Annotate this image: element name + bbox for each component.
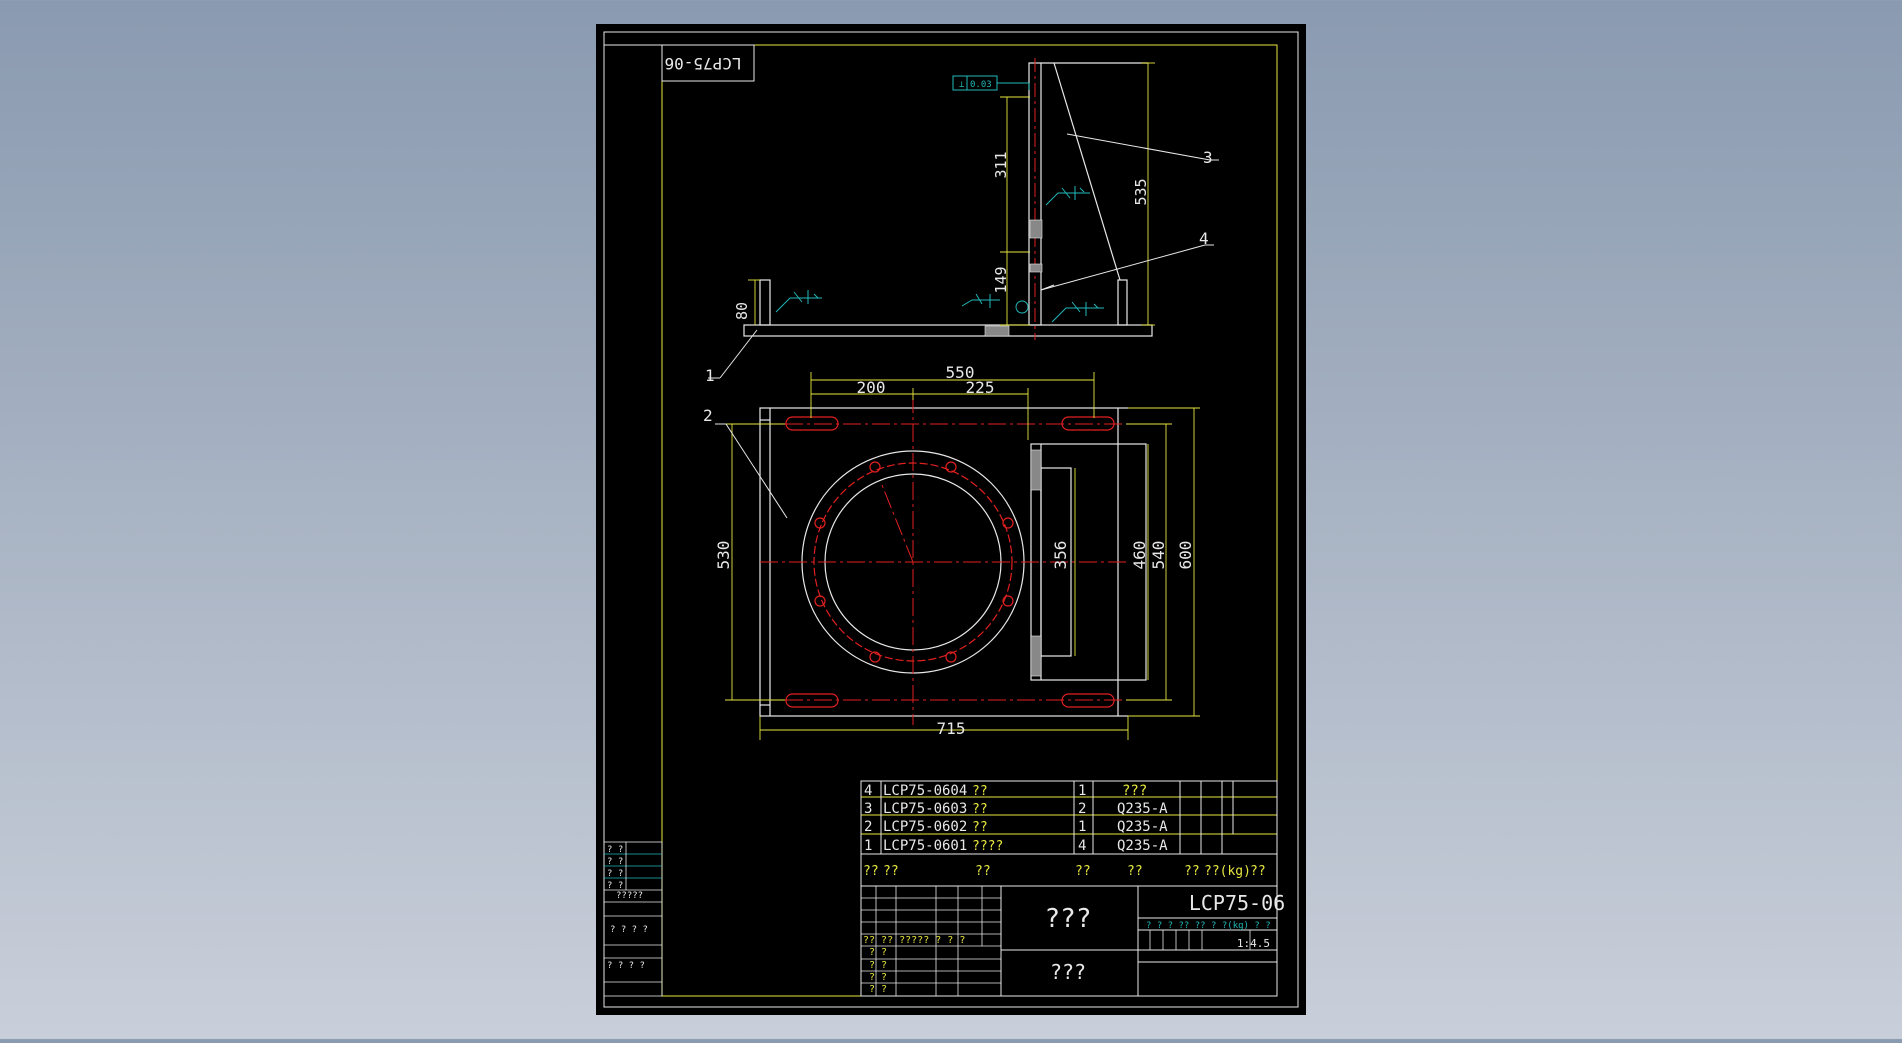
bom-header-wt2: ??(kg)	[1204, 864, 1251, 879]
bom-code-overlay: ??	[972, 784, 988, 799]
scale-value: 1:4.5	[1237, 937, 1270, 950]
bom-row-qty: 1	[1078, 783, 1086, 799]
side-cell: ? ?	[607, 869, 623, 879]
leader-2: 2	[703, 406, 713, 425]
dim-535: 535	[1132, 178, 1150, 205]
leader-3: 3	[1203, 148, 1213, 167]
bom-row-no: 2	[864, 819, 872, 835]
side-cell: ? ?	[607, 845, 623, 855]
bom-row-no: 3	[864, 801, 872, 817]
sign-row: ? ?	[869, 947, 887, 958]
leader-1: 1	[705, 366, 715, 385]
side-cell: ? ? ? ?	[607, 961, 645, 971]
side-cell: ?????	[616, 891, 643, 901]
bom-row-mat: Q235-A	[1117, 838, 1168, 854]
bom-code-overlay: ????	[972, 839, 1003, 854]
bom-row-no: 1	[864, 838, 872, 854]
bom-header-wt: ??	[1184, 864, 1200, 879]
flatness-value: 0.03	[970, 80, 992, 90]
bom-row-code: LCP75-0604	[883, 783, 967, 799]
bom-row-mat: ???	[1122, 783, 1147, 799]
drawing-canvas: LCP75-06 311 535 149 80 ⊥ 0.03 3 4 1 550…	[596, 24, 1306, 1015]
dim-200: 200	[857, 378, 886, 397]
sign-row: ? ?	[869, 960, 887, 971]
bom-row-mat: Q235-A	[1117, 819, 1168, 835]
dim-80: 80	[733, 302, 751, 320]
bom-row-no: 4	[864, 783, 872, 799]
bom-row-qty: 4	[1078, 838, 1086, 854]
bom-row-code: LCP75-0602	[883, 819, 967, 835]
leader-4: 4	[1199, 229, 1209, 248]
dim-600: 600	[1176, 541, 1195, 570]
sign-row: ? ?	[869, 972, 887, 983]
title-dots: ? ? ? ?? ?? ? ?(kg) ? ?	[1146, 921, 1271, 931]
bom-header-code: ??	[883, 864, 899, 879]
bom-code-overlay: ??	[972, 820, 988, 835]
sign-row: ?? ?? ????? ? ? ?	[863, 935, 965, 946]
cad-viewport[interactable]: LCP75-06 311 535 149 80 ⊥ 0.03 3 4 1 550…	[0, 0, 1902, 1039]
bom-header-no: ??	[863, 864, 879, 879]
side-cell: ? ? ? ?	[610, 925, 648, 935]
dim-356: 356	[1051, 541, 1070, 570]
side-cell: ? ?	[607, 857, 623, 867]
dim-149: 149	[992, 266, 1010, 293]
part-name: ???	[1045, 904, 1092, 934]
sign-row: ? ?	[869, 984, 887, 995]
bom-row-code: LCP75-0603	[883, 801, 967, 817]
dim-311: 311	[992, 151, 1010, 178]
bom-header-note: ??	[1250, 864, 1266, 879]
bom-code-overlay: ??	[972, 802, 988, 817]
bom-header-name: ??	[975, 864, 991, 879]
dim-540: 540	[1149, 541, 1168, 570]
company-name: ???	[1050, 960, 1086, 984]
bom-row-qty: 1	[1078, 819, 1086, 835]
dim-715: 715	[937, 719, 966, 738]
side-cell: ? ?	[607, 881, 623, 891]
dim-225: 225	[966, 378, 995, 397]
dim-460: 460	[1130, 541, 1149, 570]
rotated-title: LCP75-06	[664, 54, 741, 73]
drawing-number: LCP75-06	[1189, 891, 1285, 915]
flatness-symbol: ⊥	[959, 80, 965, 90]
dim-530: 530	[714, 541, 733, 570]
bom-header-qty: ??	[1075, 864, 1091, 879]
bom-row-qty: 2	[1078, 801, 1086, 817]
bom-row-code: LCP75-0601	[883, 838, 967, 854]
bom-row-mat: Q235-A	[1117, 801, 1168, 817]
bom-header-mat: ??	[1127, 864, 1143, 879]
